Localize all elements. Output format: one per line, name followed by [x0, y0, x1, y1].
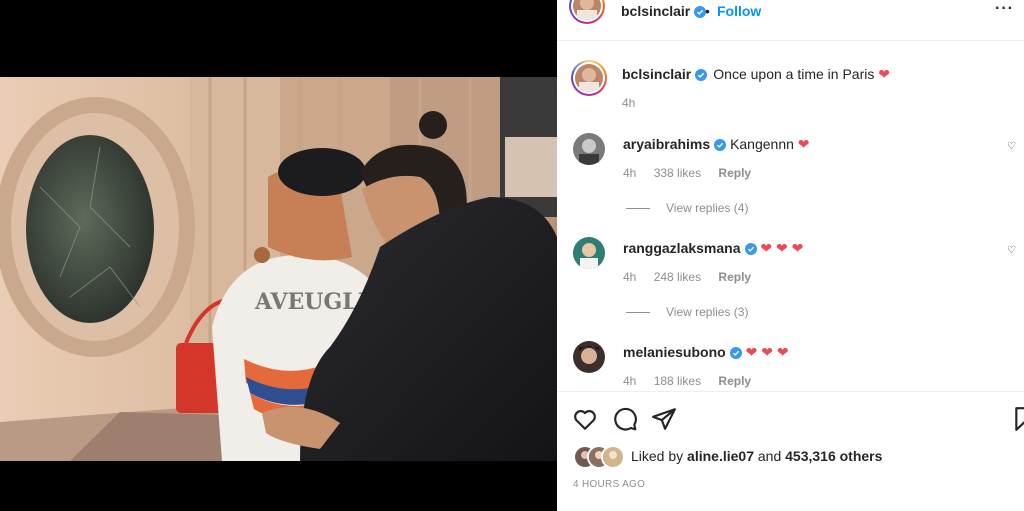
- like-comment-icon[interactable]: ♡: [1007, 141, 1016, 152]
- comment-line: melaniesubono ❤ ❤ ❤: [623, 344, 789, 362]
- caption-time[interactable]: 4h: [622, 96, 635, 110]
- verified-badge-icon: [695, 68, 708, 84]
- heart-emoji: ❤ ❤ ❤: [760, 240, 804, 256]
- like-comment-icon[interactable]: ♡: [1007, 245, 1016, 256]
- comment-meta: 4h 188 likes Reply: [623, 374, 765, 388]
- caption-username[interactable]: bclsinclair: [622, 66, 691, 82]
- commenter-avatar[interactable]: [573, 341, 605, 373]
- verified-badge-icon: [714, 138, 727, 154]
- comment-likes[interactable]: 188 likes: [654, 374, 701, 388]
- author-username[interactable]: bclsinclair: [621, 3, 707, 21]
- author-avatar[interactable]: [569, 0, 605, 24]
- comment-item: ranggazlaksmana ❤ ❤ ❤ 4h 248 likes Reply…: [573, 237, 1016, 297]
- comment-likes[interactable]: 248 likes: [654, 270, 701, 284]
- likes-and: and: [757, 448, 782, 464]
- post-media[interactable]: AVEUGLE: [0, 0, 557, 510]
- heart-emoji: ❤ ❤ ❤: [745, 344, 789, 360]
- post-panel: bclsinclair • Follow ··· bclsinclair Once…: [557, 0, 1024, 511]
- heart-icon[interactable]: [572, 406, 598, 432]
- comment-likes[interactable]: 338 likes: [654, 166, 701, 180]
- author-avatar-photo: [573, 0, 601, 20]
- commenter-username[interactable]: aryaibrahims: [623, 136, 710, 152]
- more-options-icon[interactable]: ···: [995, 0, 1014, 18]
- likes-text: Liked by aline.lie07 and 453,316 others: [631, 448, 882, 464]
- comment-item: aryaibrahims Kangennn ❤ 4h 338 likes Rep…: [573, 133, 1016, 193]
- bookmark-icon[interactable]: [1012, 406, 1024, 432]
- verified-badge-icon: [729, 346, 742, 362]
- view-replies-button[interactable]: View replies (4): [626, 201, 748, 215]
- likes-prefix: Liked by: [631, 448, 684, 464]
- follow-button[interactable]: Follow: [717, 3, 761, 19]
- commenter-avatar[interactable]: [573, 237, 605, 269]
- action-bar: Liked by aline.lie07 and 453,316 others …: [557, 391, 1024, 511]
- comment-line: ranggazlaksmana ❤ ❤ ❤: [623, 240, 803, 258]
- comment-time[interactable]: 4h: [623, 374, 636, 388]
- comment-time[interactable]: 4h: [623, 166, 636, 180]
- reply-button[interactable]: Reply: [718, 270, 751, 284]
- liker-username[interactable]: aline.lie07: [687, 448, 754, 464]
- reply-button[interactable]: Reply: [718, 166, 751, 180]
- commenter-username[interactable]: melaniesubono: [623, 344, 726, 360]
- caption-text: Once upon a time in Paris: [713, 66, 875, 82]
- header-separator: •: [705, 3, 710, 19]
- commenter-avatar-photo: [573, 237, 605, 269]
- reply-button[interactable]: Reply: [718, 374, 751, 388]
- caption-line: bclsinclair Once upon a time in Paris ❤: [622, 66, 890, 84]
- comment-meta: 4h 248 likes Reply: [623, 270, 765, 284]
- caption-avatar[interactable]: [571, 60, 607, 96]
- view-replies-button[interactable]: View replies (3): [626, 305, 748, 319]
- commenter-avatar[interactable]: [573, 133, 605, 165]
- commenter-username[interactable]: ranggazlaksmana: [623, 240, 741, 256]
- comment-meta: 4h 338 likes Reply: [623, 166, 765, 180]
- post-header: bclsinclair • Follow ···: [557, 0, 1024, 41]
- comment-line: aryaibrahims Kangennn ❤: [623, 136, 810, 154]
- caption-avatar-photo: [575, 64, 603, 92]
- comment-icon[interactable]: [612, 406, 638, 432]
- verified-badge-icon: [744, 242, 757, 258]
- commenter-avatar-photo: [573, 133, 605, 165]
- liker-avatar[interactable]: [601, 445, 625, 469]
- comment-time[interactable]: 4h: [623, 270, 636, 284]
- likes-others[interactable]: 453,316 others: [785, 448, 882, 464]
- heart-emoji: ❤: [797, 136, 810, 152]
- heart-emoji: ❤: [878, 66, 890, 82]
- post-photo[interactable]: AVEUGLE: [0, 77, 557, 461]
- share-icon[interactable]: [651, 406, 677, 432]
- commenter-avatar-photo: [573, 341, 605, 373]
- post-timestamp[interactable]: 4 HOURS AGO: [573, 479, 645, 490]
- comment-text: Kangennn: [730, 136, 794, 152]
